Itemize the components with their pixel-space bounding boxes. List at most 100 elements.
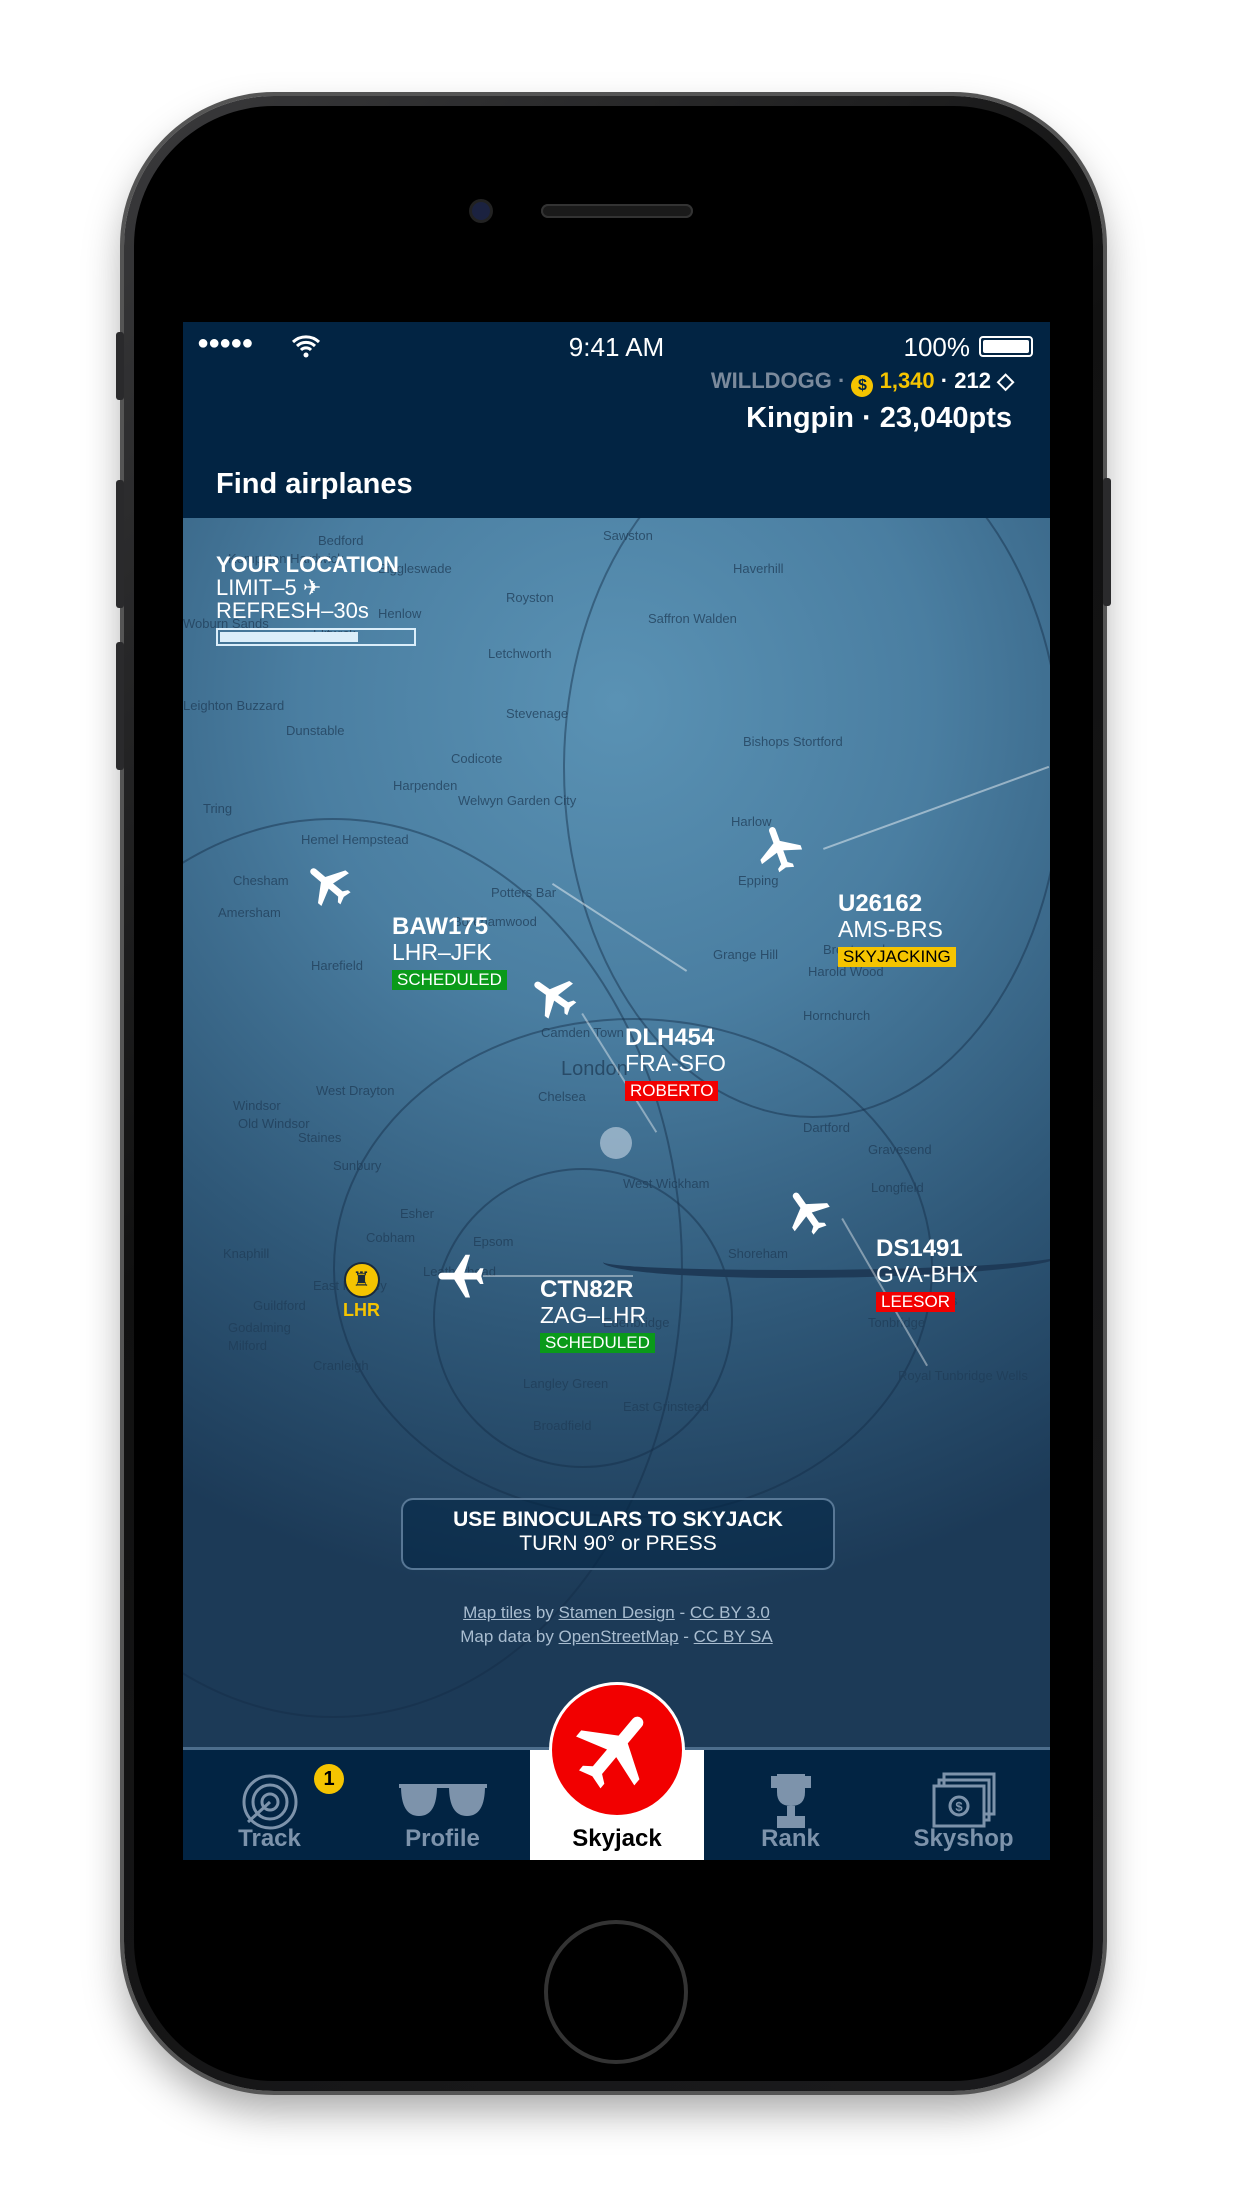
airplane-icon[interactable]	[434, 1248, 488, 1302]
town-label: Broadfield	[533, 1418, 592, 1433]
town-label: Dartford	[803, 1120, 850, 1135]
town-label: Godalming	[228, 1320, 291, 1335]
volume-up-button	[116, 480, 124, 608]
aviator-sunglasses-icon	[398, 1784, 487, 1816]
volume-down-button	[116, 642, 124, 770]
coin-balance: 1,340	[879, 368, 935, 393]
flight-status-badge: ROBERTO	[625, 1080, 719, 1102]
tab-rank[interactable]: Rank	[704, 1750, 877, 1860]
town-label: East Grinstead	[623, 1399, 709, 1414]
airport-lhr[interactable]: ♜ LHR	[343, 1262, 380, 1321]
limit-label: LIMIT–5	[216, 575, 297, 601]
refresh-progress-bar	[216, 628, 416, 647]
flight-label[interactable]: U26162 AMS-BRS SKYJACKING	[838, 890, 956, 968]
location-title: YOUR LOCATION	[216, 552, 399, 577]
airplane-icon[interactable]	[302, 856, 356, 910]
town-label: Royston	[506, 590, 554, 605]
trophy-icon	[770, 1774, 811, 1828]
gem-count: 212	[954, 368, 991, 393]
tab-track[interactable]: 1 Track	[183, 1750, 356, 1860]
airplane-icon[interactable]	[753, 821, 807, 875]
town-label: Old Windsor	[238, 1116, 310, 1131]
flight-label[interactable]: DS1491 GVA-BHX LEESOR	[876, 1235, 978, 1313]
coin-icon: $	[851, 375, 874, 397]
tab-label: Skyshop	[913, 1825, 1014, 1852]
flight-label[interactable]: CTN82R ZAG–LHR SCHEDULED	[540, 1276, 655, 1354]
map-attribution: Map tiles by Stamen Design - CC BY 3.0 M…	[460, 1603, 773, 1646]
user-position-dot	[600, 1127, 632, 1159]
user-stats: WILLDOGG · $ 1,340 · 212 ◇	[711, 368, 1014, 397]
radar-icon	[242, 1774, 297, 1830]
control-tower-icon: ♜	[343, 1262, 380, 1298]
town-label: Chesham	[233, 873, 289, 888]
town-label: Bedford	[318, 533, 364, 548]
town-label: Shoreham	[728, 1246, 788, 1261]
town-label: Longfield	[871, 1180, 924, 1195]
your-location-panel: YOUR LOCATION LIMIT–5 ✈ REFRESH–30s	[216, 552, 416, 647]
home-button[interactable]	[548, 1924, 684, 2060]
binoculars-button[interactable]: USE BINOCULARS TO SKYJACK TURN 90° or PR…	[401, 1498, 835, 1570]
cc-by-sa-link[interactable]: CC BY SA	[694, 1627, 773, 1646]
tab-label: Profile	[405, 1825, 480, 1852]
map[interactable]: Bedford Sawston Kempston Hardwick Biggleswa…	[183, 518, 1050, 1747]
header: ●●●●● 9:41 AM 100% WILLDOGG · $ 1,340 · …	[183, 322, 1050, 518]
tab-profile[interactable]: Profile	[356, 1750, 529, 1860]
airplane-icon[interactable]	[781, 1184, 835, 1238]
town-label: Tonbridge	[868, 1315, 926, 1330]
cc-by-link[interactable]: CC BY 3.0	[690, 1603, 770, 1622]
power-button	[1103, 478, 1111, 606]
tab-label: Rank	[761, 1825, 820, 1852]
airplane-icon	[576, 1716, 644, 1789]
town-label: Langley Green	[523, 1376, 609, 1391]
airport-code: LHR	[343, 1300, 380, 1320]
town-label: Hornchurch	[803, 1008, 871, 1023]
app-screen: ●●●●● 9:41 AM 100% WILLDOGG · $ 1,340 · …	[183, 322, 1050, 1860]
tab-skyshop[interactable]: $ Skyshop	[877, 1750, 1050, 1860]
town-label: Knaphill	[223, 1246, 270, 1261]
town-label: Saffron Walden	[648, 611, 737, 626]
flight-callsign: DLH454	[625, 1024, 715, 1051]
flight-route: GVA-BHX	[876, 1261, 978, 1288]
town-label: Tring	[203, 801, 233, 816]
town-label: Harpenden	[393, 778, 458, 793]
flight-label[interactable]: BAW175 LHR–JFK SCHEDULED	[392, 913, 507, 991]
town-label: Royal Tunbridge Wells	[898, 1368, 1028, 1383]
flight-route: AMS-BRS	[838, 916, 943, 943]
town-label: Camden Town	[541, 1025, 624, 1040]
town-label: Haverhill	[733, 561, 784, 576]
username: WILLDOGG	[710, 368, 832, 393]
flight-status-badge: SKYJACKING	[838, 946, 956, 968]
town-label: Harefield	[311, 958, 364, 973]
binoculars-subtitle: TURN 90° or PRESS	[519, 1532, 717, 1555]
page-title: Find airplanes	[216, 468, 413, 500]
airplane-icon[interactable]	[527, 968, 581, 1022]
town-label: Chelsea	[538, 1089, 586, 1104]
earpiece-speaker	[541, 204, 693, 218]
flight-status-badge: LEESOR	[876, 1291, 955, 1313]
map-tiles-link[interactable]: Map tiles	[463, 1603, 531, 1622]
flight-callsign: DS1491	[876, 1235, 963, 1262]
town-label: Guildford	[253, 1298, 306, 1313]
flight-callsign: CTN82R	[540, 1276, 634, 1303]
flight-label[interactable]: DLH454 FRA-SFO ROBERTO	[625, 1024, 726, 1102]
town-label: Cranleigh	[313, 1358, 369, 1373]
town-label: Stevenage	[506, 706, 569, 721]
town-label: Gravesend	[868, 1142, 932, 1157]
town-label: Milford	[228, 1338, 268, 1353]
flight-route: ZAG–LHR	[540, 1302, 647, 1329]
town-label: Dunstable	[286, 723, 345, 738]
svg-text:$: $	[955, 1799, 963, 1814]
battery-percent: 100%	[903, 332, 971, 362]
tab-label: Track	[238, 1825, 301, 1852]
plane-icon: ✈	[302, 575, 322, 601]
tab-label: Skyjack	[572, 1825, 662, 1852]
flight-route: LHR–JFK	[392, 939, 492, 966]
binoculars-title: USE BINOCULARS TO SKYJACK	[453, 1508, 783, 1531]
town-label: Letchworth	[488, 646, 552, 661]
town-label: Hemel Hempstead	[301, 832, 409, 847]
osm-link[interactable]: OpenStreetMap	[559, 1627, 679, 1646]
skyjack-button[interactable]	[549, 1682, 685, 1818]
status-bar: ●●●●● 9:41 AM 100%	[183, 322, 1050, 370]
town-label: Esher	[400, 1206, 434, 1221]
stamen-link[interactable]: Stamen Design	[559, 1603, 675, 1622]
